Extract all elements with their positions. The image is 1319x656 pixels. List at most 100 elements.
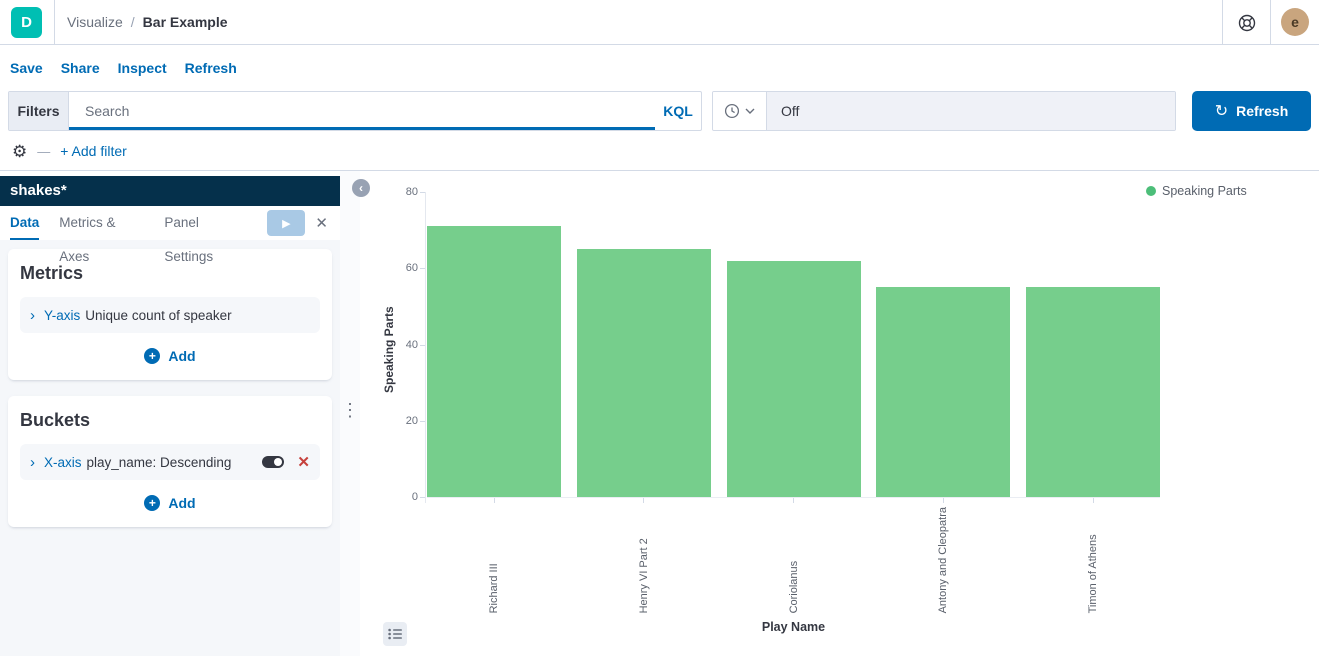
legend-item[interactable]: Speaking Parts — [1146, 184, 1247, 198]
bucket-label: play_name: Descending — [87, 455, 232, 470]
x-axis-labels: Richard III Henry VI Part 2 Coriolanus Anto… — [427, 507, 1160, 613]
y-tick-label: 0 — [384, 491, 418, 503]
add-metric-button[interactable]: + Add — [20, 348, 320, 364]
top-bar: D Visualize / Bar Example e — [0, 0, 1319, 45]
x-tick-cell — [577, 498, 711, 503]
discard-changes-icon[interactable]: ✕ — [315, 214, 328, 232]
plus-icon: + — [144, 495, 160, 511]
bar-1[interactable] — [427, 226, 561, 497]
breadcrumb-section[interactable]: Visualize — [67, 14, 123, 30]
vis-editor-sidebar: shakes* Data Metrics & Axes Panel Settin… — [0, 176, 340, 656]
query-bar: Filters KQL — [8, 91, 702, 131]
list-icon — [388, 628, 402, 640]
breadcrumb: Visualize / Bar Example — [67, 0, 228, 44]
toggle-legend-button[interactable] — [383, 622, 407, 646]
chevron-down-icon — [745, 108, 755, 114]
enable-toggle[interactable] — [262, 456, 284, 468]
play-icon: ▶ — [282, 217, 290, 230]
refresh-button-label: Refresh — [1236, 103, 1288, 119]
tab-panel-settings[interactable]: Panel Settings — [164, 206, 247, 240]
help-button[interactable] — [1235, 11, 1259, 35]
y-tick-mark — [420, 268, 425, 269]
sidebar-tabs: Data Metrics & Axes Panel Settings ▶ ✕ — [0, 206, 340, 240]
x-axis-label: Henry VI Part 2 — [638, 507, 650, 613]
share-button[interactable]: Share — [61, 60, 100, 76]
x-axis-label: Timon of Athens — [1087, 507, 1099, 613]
query-focus-underline — [69, 127, 655, 130]
tab-metrics-axes[interactable]: Metrics & Axes — [59, 206, 144, 240]
divider — [1270, 0, 1271, 44]
collapse-sidebar-button[interactable]: ‹ — [352, 179, 370, 197]
plus-icon: + — [144, 348, 160, 364]
refresh-button[interactable]: ↻ Refresh — [1192, 91, 1311, 131]
legend-label: Speaking Parts — [1162, 184, 1247, 198]
x-axis-label: Antony and Cleopatra — [937, 507, 949, 613]
bucket-x-axis-row[interactable]: › X-axis play_name: Descending ✕ — [20, 444, 320, 480]
bar-3[interactable] — [727, 261, 861, 497]
y-tick-label: 60 — [384, 262, 418, 274]
x-label-cell: Antony and Cleopatra — [876, 507, 1010, 613]
bar-4[interactable] — [876, 287, 1010, 497]
refresh-link[interactable]: Refresh — [185, 60, 237, 76]
filter-dash: — — [37, 144, 50, 159]
bucket-prefix: X-axis — [44, 455, 82, 470]
clock-icon — [724, 103, 740, 119]
bar-5[interactable] — [1026, 287, 1160, 497]
resize-handle-icon[interactable]: ⋮ — [340, 401, 360, 419]
x-axis-tick-marks — [427, 498, 1160, 503]
chevron-right-icon: › — [30, 454, 35, 471]
add-bucket-button[interactable]: + Add — [20, 495, 320, 511]
refresh-icon: ↻ — [1215, 101, 1228, 121]
y-tick-label: 80 — [384, 186, 418, 198]
plot-area — [427, 192, 1160, 497]
remove-bucket-icon[interactable]: ✕ — [297, 453, 310, 471]
time-picker: Off — [712, 91, 1176, 131]
y-tick-label: 20 — [384, 415, 418, 427]
x-label-cell: Coriolanus — [727, 507, 861, 613]
x-axis-label: Richard III — [488, 507, 500, 613]
add-filter-button[interactable]: + Add filter — [60, 143, 127, 159]
lifebuoy-icon — [1237, 13, 1257, 33]
x-axis-title: Play Name — [427, 620, 1160, 634]
y-tick-mark — [420, 192, 425, 193]
y-tick-label: 40 — [384, 339, 418, 351]
divider — [1222, 0, 1223, 44]
visualization-panel: Speaking Parts Speaking Parts 020406080 … — [360, 171, 1319, 656]
breadcrumb-separator: / — [131, 14, 135, 30]
inspect-button[interactable]: Inspect — [118, 60, 167, 76]
kql-button[interactable]: KQL — [655, 92, 701, 130]
chevron-right-icon: › — [30, 307, 35, 324]
x-axis-label: Coriolanus — [788, 507, 800, 613]
tab-data[interactable]: Data — [10, 206, 39, 240]
x-tick-mark — [793, 498, 794, 503]
search-input[interactable] — [69, 92, 655, 130]
y-tick-mark — [420, 497, 425, 498]
metric-y-axis-row[interactable]: › Y-axis Unique count of speaker — [20, 297, 320, 333]
buckets-card: Buckets › X-axis play_name: Descending ✕… — [8, 396, 332, 527]
apply-changes-button[interactable]: ▶ — [267, 210, 305, 236]
user-avatar[interactable]: e — [1281, 8, 1309, 36]
refresh-interval-value[interactable]: Off — [767, 92, 1175, 130]
y-axis-line — [425, 192, 426, 503]
add-bucket-label: Add — [168, 495, 195, 511]
y-tick-mark — [420, 421, 425, 422]
filter-bar: ⚙ — + Add filter — [0, 132, 1319, 171]
add-metric-label: Add — [168, 348, 195, 364]
app-logo[interactable]: D — [11, 7, 42, 38]
visualize-toolbar: Save Share Inspect Refresh — [0, 45, 1319, 90]
x-label-cell: Richard III — [427, 507, 561, 613]
x-tick-mark — [494, 498, 495, 503]
time-picker-button[interactable] — [713, 92, 767, 130]
metric-prefix: Y-axis — [44, 308, 80, 323]
save-button[interactable]: Save — [10, 60, 43, 76]
filters-button[interactable]: Filters — [9, 92, 69, 130]
x-tick-cell — [1026, 498, 1160, 503]
gear-icon[interactable]: ⚙ — [12, 143, 27, 160]
bar-2[interactable] — [577, 249, 711, 497]
x-tick-cell — [727, 498, 861, 503]
metric-label: Unique count of speaker — [85, 308, 231, 323]
toggle-knob — [274, 458, 282, 466]
x-tick-mark — [1093, 498, 1094, 503]
x-tick-mark — [943, 498, 944, 503]
breadcrumb-page-title: Bar Example — [143, 14, 228, 30]
